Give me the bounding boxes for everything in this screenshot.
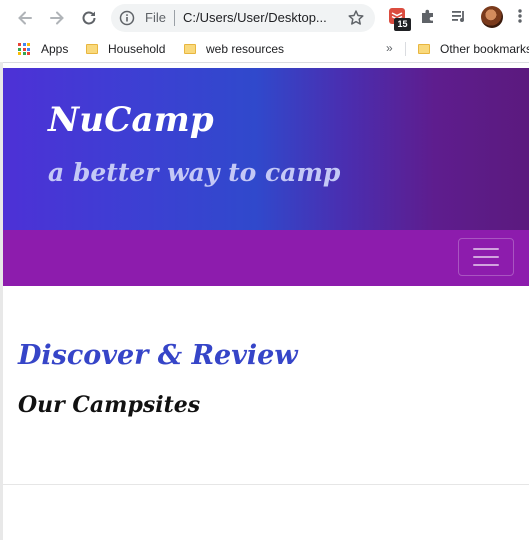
bookmark-label: Household — [108, 42, 166, 56]
bookmarks-divider — [405, 42, 406, 56]
browser-toolbar: File C:/Users/User/Desktop... 15 — [0, 0, 529, 36]
forward-button[interactable] — [46, 7, 68, 29]
media-list-icon — [452, 11, 464, 22]
bookmark-web-resources[interactable]: web resources — [184, 36, 284, 62]
apps-grid-icon — [18, 43, 30, 55]
bookmarks-overflow-button[interactable]: » — [386, 41, 393, 55]
reload-icon — [82, 11, 96, 25]
kebab-menu-icon — [518, 9, 522, 23]
browser-menu-button[interactable] — [512, 7, 528, 29]
folder-icon — [418, 44, 430, 54]
navbar-toggler-button[interactable] — [458, 238, 514, 276]
bookmark-label: web resources — [206, 42, 285, 56]
back-arrow-icon — [18, 11, 32, 25]
bookmark-household[interactable]: Household — [86, 36, 165, 62]
address-divider — [174, 10, 175, 26]
back-button[interactable] — [14, 7, 36, 29]
bookmark-label: Other bookmarks — [440, 42, 529, 56]
reading-list-button[interactable] — [450, 7, 472, 29]
section-subheading: Our Campsites — [18, 392, 201, 418]
extensions-button[interactable] — [419, 7, 441, 29]
forward-arrow-icon — [50, 11, 64, 25]
profile-avatar[interactable] — [481, 6, 503, 28]
extension-badge: 15 — [394, 18, 411, 31]
address-scheme: File — [145, 10, 166, 25]
bookmark-star-icon[interactable] — [347, 9, 365, 27]
folder-icon — [86, 44, 98, 54]
folder-icon — [184, 44, 196, 54]
reload-button[interactable] — [78, 7, 100, 29]
hero-jumbotron: NuCamp a better way to camp — [3, 68, 529, 230]
hamburger-menu-icon — [473, 248, 499, 266]
address-bar[interactable]: File C:/Users/User/Desktop... — [111, 4, 375, 32]
bookmark-other[interactable]: Other bookmarks — [418, 36, 529, 62]
main-content: Discover & Review Our Campsites — [3, 286, 529, 540]
site-navbar — [3, 230, 529, 286]
bookmarks-bar: Apps Household web resources » Other boo… — [0, 36, 529, 63]
bookmark-apps[interactable]: Apps — [18, 36, 68, 62]
site-brand: NuCamp — [48, 100, 214, 140]
section-heading: Discover & Review — [18, 340, 298, 371]
bookmark-label: Apps — [41, 42, 69, 56]
puzzle-icon — [422, 9, 433, 23]
site-tagline: a better way to camp — [48, 158, 341, 187]
address-url[interactable]: C:/Users/User/Desktop... — [183, 10, 341, 25]
section-divider — [3, 484, 529, 485]
info-icon[interactable] — [119, 10, 135, 26]
